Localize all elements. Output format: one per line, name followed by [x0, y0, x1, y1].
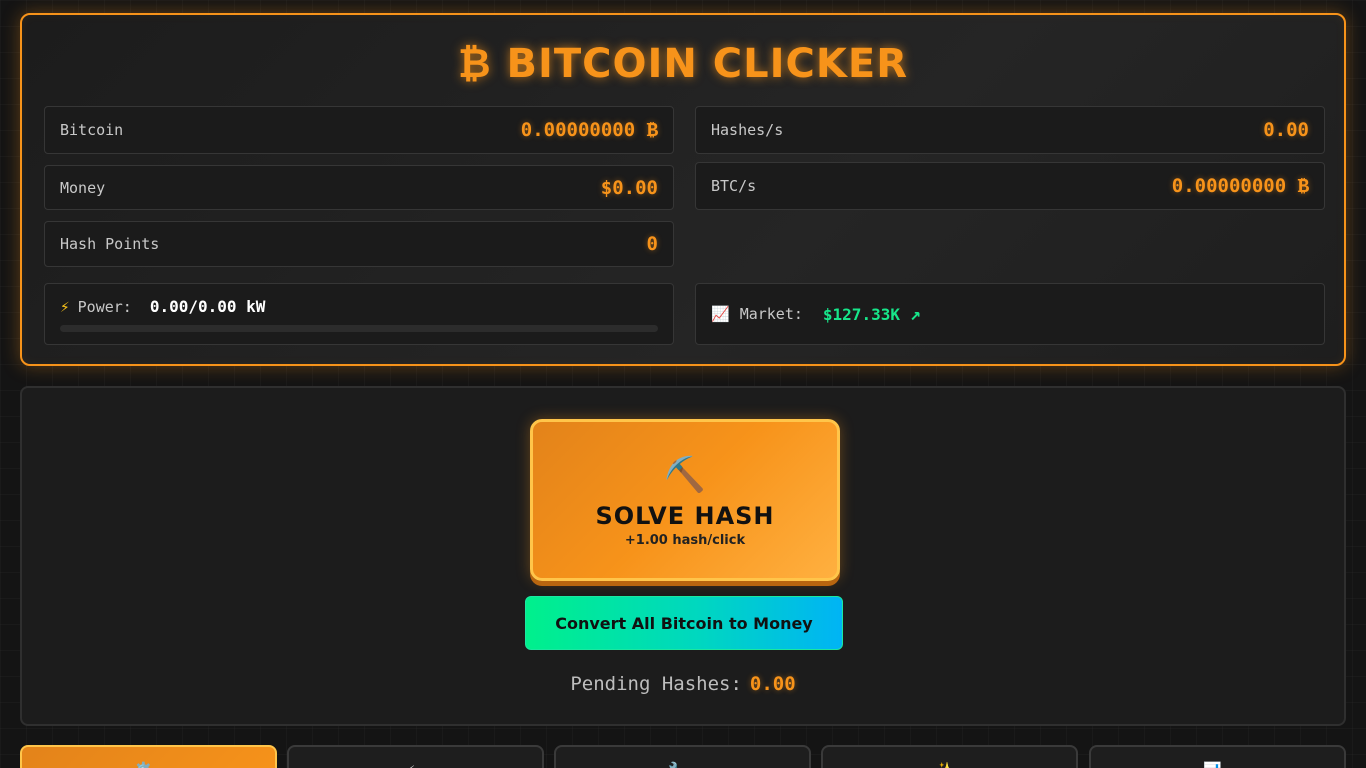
hash-points-stat: Hash Points 0 — [44, 221, 674, 267]
pending-hashes: Pending Hashes: 0.00 — [22, 673, 1344, 695]
bitcoin-label: Bitcoin — [60, 121, 124, 139]
power-meter: ⚡ Power: 0.00/0.00 kW — [44, 283, 674, 345]
money-value: $0.00 — [600, 176, 658, 199]
gear-icon: ⚙️ — [134, 761, 153, 768]
chart-up-icon: 📈 — [711, 305, 730, 323]
bar-chart-icon: 📊 — [1203, 761, 1222, 768]
header-panel: ₿ BITCOIN CLICKER Bitcoin 0.00000000 ₿ H… — [20, 13, 1346, 366]
tab-1[interactable]: ⚙️ — [20, 745, 277, 768]
tab-3[interactable]: 🔧 — [554, 745, 811, 768]
trend-up-arrow-icon: ↗ — [909, 303, 921, 325]
solve-hash-button[interactable]: ⛏️ SOLVE HASH +1.00 hash/click — [530, 419, 840, 581]
power-bar — [60, 325, 658, 332]
money-stat: Money $0.00 — [44, 165, 674, 210]
power-label: Power: — [77, 297, 132, 316]
market-indicator: 📈 Market: $127.33K ↗ — [695, 283, 1325, 345]
money-label: Money — [60, 178, 106, 197]
bitcoin-value: 0.00000000 ₿ — [520, 118, 658, 141]
pending-hashes-label: Pending Hashes: — [570, 673, 742, 695]
hashes-per-sec-label: Hashes/s — [711, 121, 784, 139]
market-label: Market: — [739, 305, 803, 323]
convert-bitcoin-button[interactable]: Convert All Bitcoin to Money — [525, 596, 843, 650]
lightning-icon: ⚡ — [406, 761, 415, 768]
tab-4[interactable]: ✨ — [821, 745, 1078, 768]
market-value: $127.33K — [822, 304, 900, 324]
bitcoin-stat: Bitcoin 0.00000000 ₿ — [44, 106, 674, 154]
hash-per-click-label: +1.00 hash/click — [624, 533, 746, 548]
pickaxe-icon: ⛏️ — [663, 455, 707, 495]
tab-2[interactable]: ⚡ — [287, 745, 544, 768]
mining-panel: ⛏️ SOLVE HASH +1.00 hash/click Convert A… — [20, 386, 1346, 726]
btc-per-sec-value: 0.00000000 ₿ — [1171, 174, 1309, 197]
power-row: ⚡ Power: 0.00/0.00 kW — [60, 297, 265, 316]
hash-points-label: Hash Points — [60, 235, 160, 253]
lightning-icon: ⚡ — [60, 297, 70, 316]
hash-points-value: 0 — [646, 233, 658, 255]
solve-hash-label: SOLVE HASH — [595, 502, 775, 530]
power-value: 0.00/0.00 kW — [149, 297, 266, 316]
btc-per-sec-stat: BTC/s 0.00000000 ₿ — [695, 162, 1325, 210]
sparkles-icon: ✨ — [935, 761, 954, 768]
wrench-icon: 🔧 — [668, 761, 687, 768]
hashes-per-sec-value: 0.00 — [1263, 119, 1309, 141]
pending-hashes-value: 0.00 — [749, 673, 796, 695]
hashes-per-sec-stat: Hashes/s 0.00 — [695, 106, 1325, 154]
tab-5[interactable]: 📊 — [1089, 745, 1346, 768]
btc-per-sec-label: BTC/s — [711, 177, 757, 195]
game-title: ₿ BITCOIN CLICKER — [457, 41, 909, 87]
